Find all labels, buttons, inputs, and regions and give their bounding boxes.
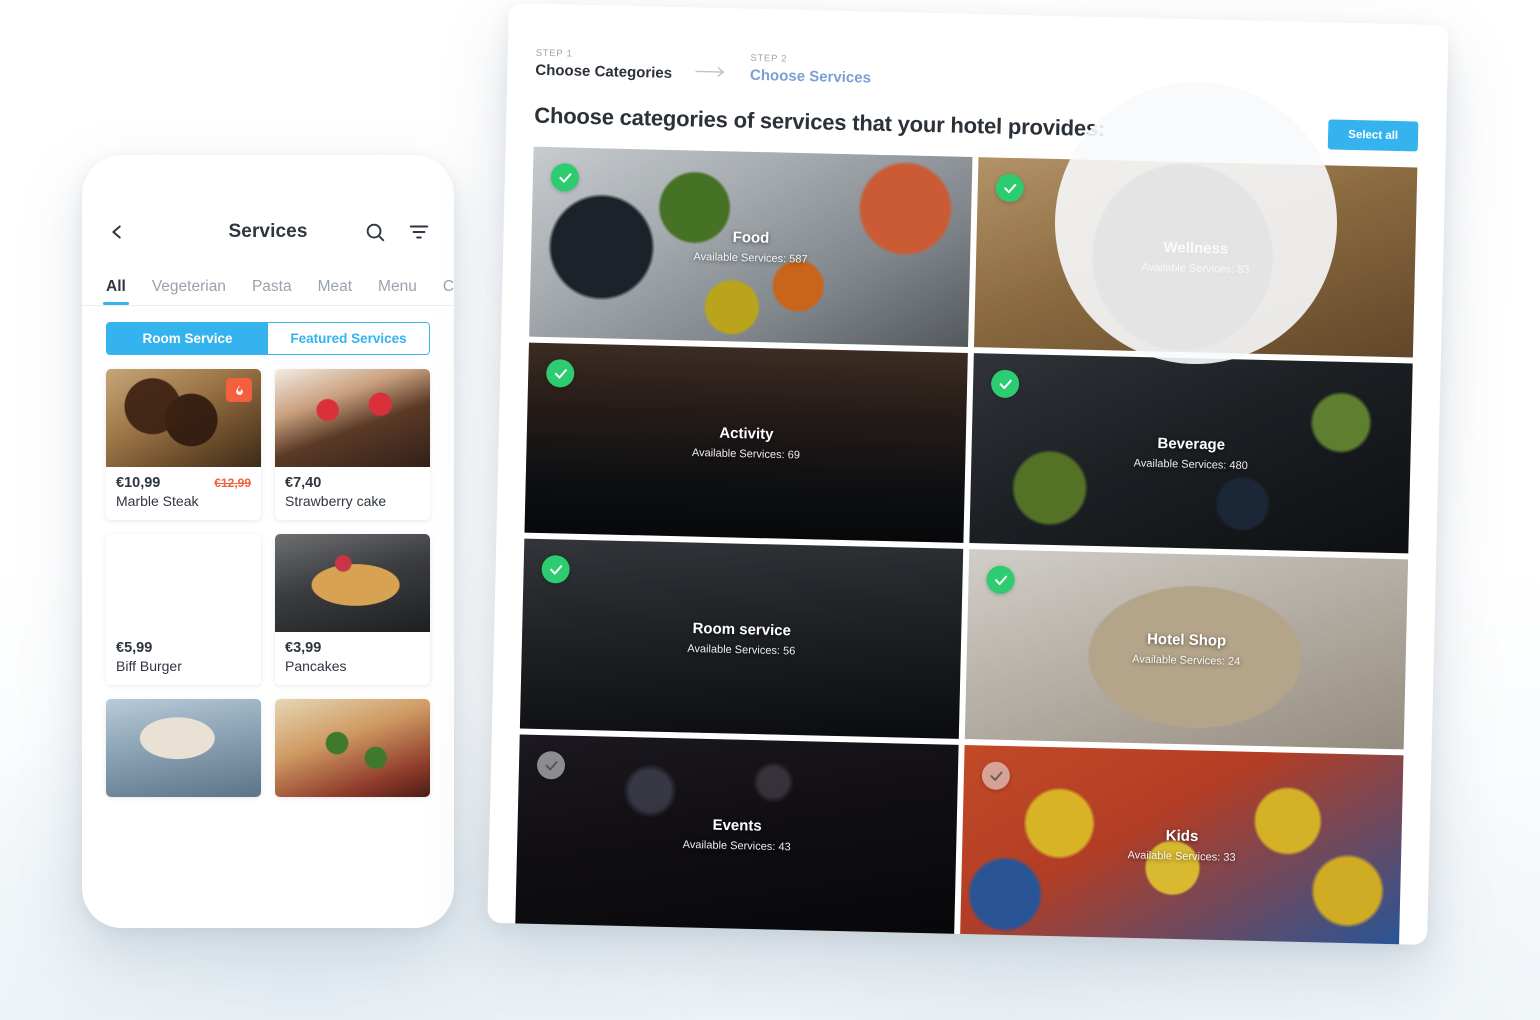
tab-meat[interactable]: Meat — [318, 278, 352, 305]
price-row: €10,99 €12,99 — [116, 475, 251, 491]
tablet-mockup: STEP 1 Choose Categories STEP 2 Choose S… — [487, 3, 1449, 945]
product-name: Strawberry cake — [285, 493, 387, 509]
product-card[interactable] — [275, 699, 430, 797]
step-1-name: Choose Categories — [535, 61, 673, 82]
tab-all[interactable]: All — [103, 278, 129, 305]
count-prefix: Available Services: — [693, 250, 787, 266]
phone-screen: Services All Vegeterian Pasta Meat Menu … — [82, 203, 454, 928]
back-icon[interactable] — [106, 221, 128, 243]
arrow-right-icon — [694, 64, 728, 79]
product-image — [275, 369, 430, 467]
product-card[interactable]: €7,40 Strawberry cake — [275, 369, 430, 520]
category-tile-hotel-shop[interactable]: Hotel Shop Available Services: 24 — [964, 549, 1409, 750]
category-tile-wellness[interactable]: Wellness Available Services: 83 — [973, 157, 1418, 358]
step-2-name: Choose Services — [749, 66, 872, 87]
category-tile-room-service[interactable]: Room service Available Services: 56 — [519, 538, 964, 739]
tablet-header-row: Choose categories of services that your … — [534, 101, 1419, 152]
count-value: 83 — [1237, 263, 1250, 277]
product-price: €5,99 — [116, 640, 153, 656]
count-value: 24 — [1227, 655, 1241, 668]
step-2[interactable]: STEP 2 Choose Services — [750, 53, 872, 87]
product-name: Marble Steak — [116, 493, 199, 509]
product-card[interactable]: €10,99 €12,99 Marble Steak — [106, 369, 261, 520]
page-title: Choose categories of services that your … — [534, 102, 1106, 142]
category-tile-activity[interactable]: Activity Available Services: 69 — [524, 342, 968, 543]
count-prefix: Available Services: — [1133, 457, 1227, 472]
segment-room-service[interactable]: Room Service — [107, 323, 268, 354]
product-image — [106, 699, 261, 797]
count-prefix: Available Services: — [687, 642, 781, 658]
phone-actions — [364, 221, 430, 243]
product-card[interactable]: €3,99 Pancakes — [275, 534, 430, 685]
step-2-label: STEP 2 — [750, 52, 788, 65]
product-grid: €10,99 €12,99 Marble Steak €7,40 Strawbe… — [106, 369, 430, 797]
product-body: €3,99 Pancakes — [275, 632, 430, 685]
count-value: 33 — [1223, 851, 1236, 864]
category-tile-kids[interactable]: Kids Available Services: 33 — [960, 744, 1404, 945]
search-icon[interactable] — [364, 221, 386, 243]
product-name: Pancakes — [285, 658, 347, 674]
count-prefix: Available Services: — [1127, 849, 1221, 864]
product-price: €10,99 — [116, 475, 161, 491]
tab-vegeterian[interactable]: Vegeterian — [152, 278, 226, 305]
tab-ch[interactable]: Ch — [443, 278, 454, 305]
category-tile-events[interactable]: Events Available Services: 43 — [515, 734, 959, 935]
count-value: 43 — [778, 841, 791, 854]
count-prefix: Available Services: — [682, 838, 776, 854]
count-prefix: Available Services: — [1132, 653, 1225, 668]
product-body: €7,40 Strawberry cake — [275, 467, 430, 520]
category-grid: Food Available Services: 587 Wellness Av… — [515, 146, 1418, 945]
count-value: 587 — [789, 253, 808, 266]
phone-mockup: Services All Vegeterian Pasta Meat Menu … — [82, 155, 454, 928]
product-body: €5,99 Biff Burger — [106, 632, 261, 685]
segment-featured-services[interactable]: Featured Services — [268, 323, 429, 354]
count-prefix: Available Services: — [1141, 261, 1235, 276]
price-row: €3,99 — [285, 640, 420, 656]
product-image — [106, 369, 261, 467]
product-card[interactable]: €5,99 Biff Burger — [106, 534, 261, 685]
tab-menu[interactable]: Menu — [378, 278, 417, 305]
step-1-label: STEP 1 — [535, 47, 573, 60]
category-tile-beverage[interactable]: Beverage Available Services: 480 — [969, 353, 1413, 554]
product-price: €3,99 — [285, 640, 322, 656]
count-prefix: Available Services: — [691, 446, 785, 462]
segmented-control: Room Service Featured Services — [106, 322, 430, 355]
product-name: Biff Burger — [116, 658, 182, 674]
filter-icon[interactable] — [408, 221, 430, 243]
count-value: 480 — [1229, 459, 1248, 473]
price-row: €7,40 — [285, 475, 420, 491]
step-1[interactable]: STEP 1 Choose Categories — [535, 48, 672, 82]
phone-tab-bar: All Vegeterian Pasta Meat Menu Ch — [82, 261, 454, 306]
product-body: €10,99 €12,99 Marble Steak — [106, 467, 261, 520]
count-value: 69 — [787, 449, 801, 462]
product-old-price: €12,99 — [214, 476, 251, 490]
price-row: €5,99 — [116, 640, 251, 656]
product-image — [275, 699, 430, 797]
flame-icon — [226, 378, 252, 402]
product-image — [275, 534, 430, 632]
count-value: 56 — [782, 645, 796, 658]
step-breadcrumb: STEP 1 Choose Categories STEP 2 Choose S… — [535, 48, 1419, 100]
select-all-button[interactable]: Select all — [1327, 119, 1419, 152]
product-price: €7,40 — [285, 475, 322, 491]
tablet-screen: STEP 1 Choose Categories STEP 2 Choose S… — [487, 3, 1448, 945]
phone-topbar: Services — [82, 203, 454, 261]
product-image — [106, 534, 261, 632]
product-card[interactable] — [106, 699, 261, 797]
category-tile-food[interactable]: Food Available Services: 587 — [529, 146, 973, 347]
tab-pasta[interactable]: Pasta — [252, 278, 292, 305]
